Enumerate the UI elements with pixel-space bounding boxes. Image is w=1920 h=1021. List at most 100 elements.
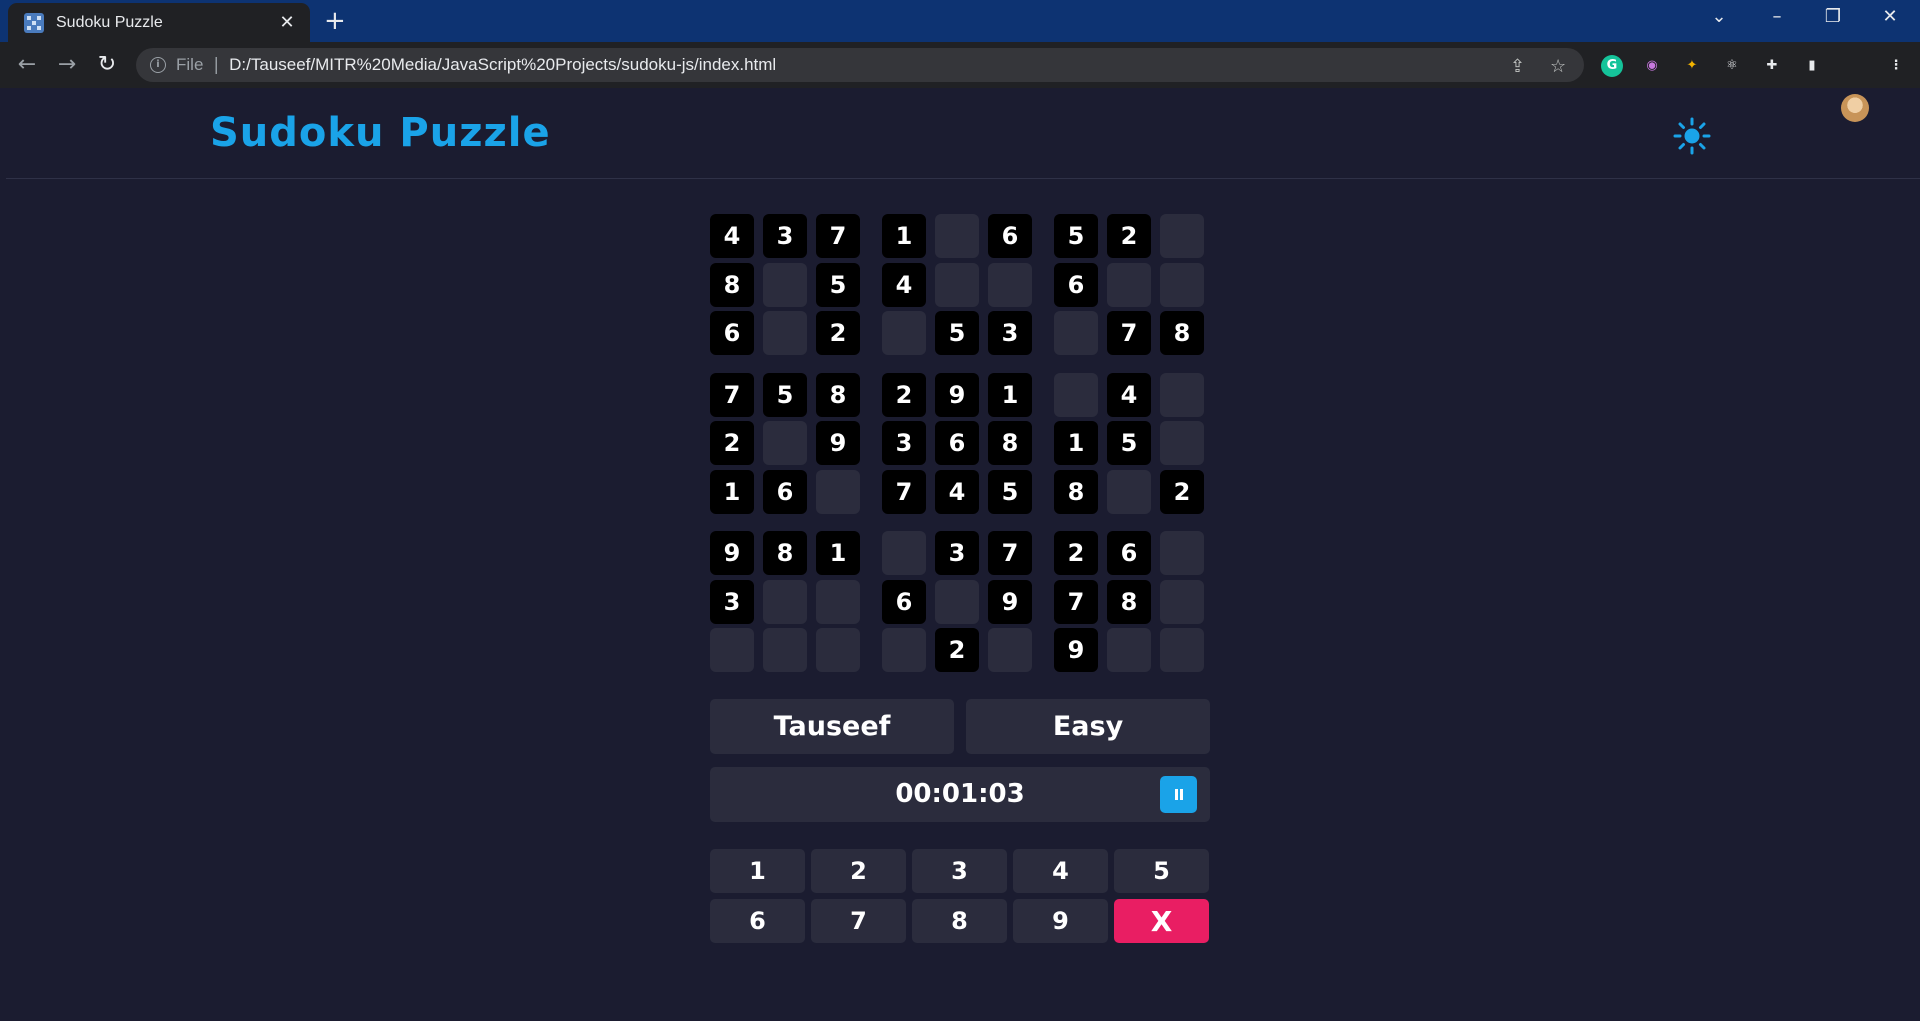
- sudoku-cell[interactable]: 8: [988, 421, 1032, 465]
- sudoku-cell[interactable]: 5: [763, 372, 807, 417]
- sudoku-cell[interactable]: 2: [710, 421, 754, 465]
- sudoku-cell[interactable]: 3: [710, 579, 754, 624]
- sudoku-cell[interactable]: 2: [935, 628, 979, 672]
- pause-button[interactable]: [1160, 776, 1197, 813]
- menu-kebab-icon[interactable]: ⋮: [1885, 55, 1907, 77]
- number-key-button[interactable]: 9: [1013, 899, 1108, 943]
- sudoku-cell[interactable]: [816, 628, 860, 672]
- sudoku-cell[interactable]: 5: [816, 262, 860, 307]
- sudoku-cell[interactable]: [1160, 372, 1204, 417]
- sudoku-cell[interactable]: [1054, 311, 1098, 355]
- url-text[interactable]: D:/Tauseef/MITR%20Media/JavaScript%20Pro…: [229, 55, 776, 75]
- reload-icon[interactable]: ↻: [93, 51, 121, 79]
- sudoku-cell[interactable]: 9: [1054, 628, 1098, 672]
- sudoku-cell[interactable]: 7: [816, 214, 860, 258]
- side-panel-icon[interactable]: ▮: [1801, 55, 1823, 77]
- sudoku-cell[interactable]: 1: [988, 372, 1032, 417]
- sudoku-cell[interactable]: 4: [710, 214, 754, 258]
- sudoku-cell[interactable]: [763, 311, 807, 355]
- sudoku-cell[interactable]: [935, 262, 979, 307]
- number-key-button[interactable]: 2: [811, 849, 906, 893]
- restore-icon[interactable]: ❐: [1813, 6, 1853, 27]
- grammarly-extension-icon[interactable]: G: [1601, 55, 1623, 77]
- sudoku-cell[interactable]: 3: [935, 531, 979, 575]
- sudoku-cell[interactable]: 6: [1054, 262, 1098, 307]
- sudoku-cell[interactable]: [1107, 628, 1151, 672]
- number-key-button[interactable]: 7: [811, 899, 906, 943]
- number-key-button[interactable]: 8: [912, 899, 1007, 943]
- sudoku-cell[interactable]: [935, 214, 979, 258]
- sudoku-cell[interactable]: 8: [1107, 579, 1151, 624]
- sudoku-cell[interactable]: [1107, 469, 1151, 514]
- sudoku-cell[interactable]: [1160, 579, 1204, 624]
- sudoku-cell[interactable]: 6: [882, 579, 926, 624]
- sudoku-cell[interactable]: 7: [882, 469, 926, 514]
- minimize-icon[interactable]: –: [1757, 6, 1797, 27]
- sudoku-cell[interactable]: [710, 628, 754, 672]
- sudoku-cell[interactable]: 1: [710, 469, 754, 514]
- sudoku-cell[interactable]: 7: [1054, 579, 1098, 624]
- sudoku-cell[interactable]: [763, 579, 807, 624]
- close-tab-icon[interactable]: ✕: [276, 12, 298, 33]
- close-window-icon[interactable]: ✕: [1870, 6, 1910, 27]
- sudoku-cell[interactable]: 6: [710, 311, 754, 355]
- sudoku-cell[interactable]: [763, 628, 807, 672]
- sudoku-cell[interactable]: 3: [882, 421, 926, 465]
- sudoku-cell[interactable]: [988, 628, 1032, 672]
- number-key-button[interactable]: 5: [1114, 849, 1209, 893]
- sudoku-cell[interactable]: [763, 421, 807, 465]
- sudoku-cell[interactable]: 1: [1054, 421, 1098, 465]
- forward-icon[interactable]: →: [53, 51, 81, 79]
- sudoku-cell[interactable]: 5: [1054, 214, 1098, 258]
- sudoku-cell[interactable]: [1160, 214, 1204, 258]
- sudoku-cell[interactable]: [816, 469, 860, 514]
- sudoku-cell[interactable]: 6: [1107, 531, 1151, 575]
- sudoku-cell[interactable]: 4: [882, 262, 926, 307]
- tab-search-icon[interactable]: ⌄: [1699, 6, 1739, 27]
- sudoku-cell[interactable]: 3: [763, 214, 807, 258]
- sudoku-cell[interactable]: 9: [988, 579, 1032, 624]
- address-bar[interactable]: i File | D:/Tauseef/MITR%20Media/JavaScr…: [136, 48, 1584, 82]
- sudoku-cell[interactable]: 1: [882, 214, 926, 258]
- sudoku-cell[interactable]: 5: [935, 311, 979, 355]
- extensions-puzzle-icon[interactable]: ✚: [1761, 55, 1783, 77]
- delete-button[interactable]: X: [1114, 899, 1209, 943]
- sudoku-cell[interactable]: 7: [1107, 311, 1151, 355]
- extension-broadcast-icon[interactable]: ◉: [1641, 55, 1663, 77]
- sudoku-cell[interactable]: 8: [710, 262, 754, 307]
- sudoku-cell[interactable]: [988, 262, 1032, 307]
- sudoku-cell[interactable]: 6: [988, 214, 1032, 258]
- sudoku-cell[interactable]: [935, 579, 979, 624]
- sudoku-cell[interactable]: 5: [1107, 421, 1151, 465]
- share-icon[interactable]: ⇪: [1510, 56, 1525, 77]
- sudoku-cell[interactable]: 9: [816, 421, 860, 465]
- number-key-button[interactable]: 1: [710, 849, 805, 893]
- sudoku-cell[interactable]: 8: [1054, 469, 1098, 514]
- sudoku-cell[interactable]: 3: [988, 311, 1032, 355]
- sudoku-cell[interactable]: 6: [763, 469, 807, 514]
- sudoku-cell[interactable]: 8: [1160, 311, 1204, 355]
- sudoku-cell[interactable]: [882, 531, 926, 575]
- sudoku-cell[interactable]: 4: [935, 469, 979, 514]
- sudoku-cell[interactable]: 9: [710, 531, 754, 575]
- sudoku-cell[interactable]: [1160, 531, 1204, 575]
- sudoku-cell[interactable]: 8: [816, 372, 860, 417]
- new-tab-icon[interactable]: +: [324, 7, 346, 35]
- sudoku-cell[interactable]: [816, 579, 860, 624]
- sudoku-cell[interactable]: 7: [988, 531, 1032, 575]
- number-key-button[interactable]: 4: [1013, 849, 1108, 893]
- sudoku-cell[interactable]: [1160, 262, 1204, 307]
- sun-theme-toggle-icon[interactable]: [1672, 116, 1712, 156]
- sudoku-cell[interactable]: [763, 262, 807, 307]
- sudoku-cell[interactable]: 9: [935, 372, 979, 417]
- sudoku-cell[interactable]: 8: [763, 531, 807, 575]
- sudoku-cell[interactable]: 1: [816, 531, 860, 575]
- browser-tab[interactable]: Sudoku Puzzle ✕: [8, 3, 310, 42]
- back-icon[interactable]: ←: [13, 51, 41, 79]
- sudoku-cell[interactable]: 7: [710, 372, 754, 417]
- sudoku-cell[interactable]: 2: [882, 372, 926, 417]
- sudoku-cell[interactable]: 2: [1107, 214, 1151, 258]
- sudoku-cell[interactable]: 2: [816, 311, 860, 355]
- sudoku-cell[interactable]: 2: [1160, 469, 1204, 514]
- sudoku-cell[interactable]: 2: [1054, 531, 1098, 575]
